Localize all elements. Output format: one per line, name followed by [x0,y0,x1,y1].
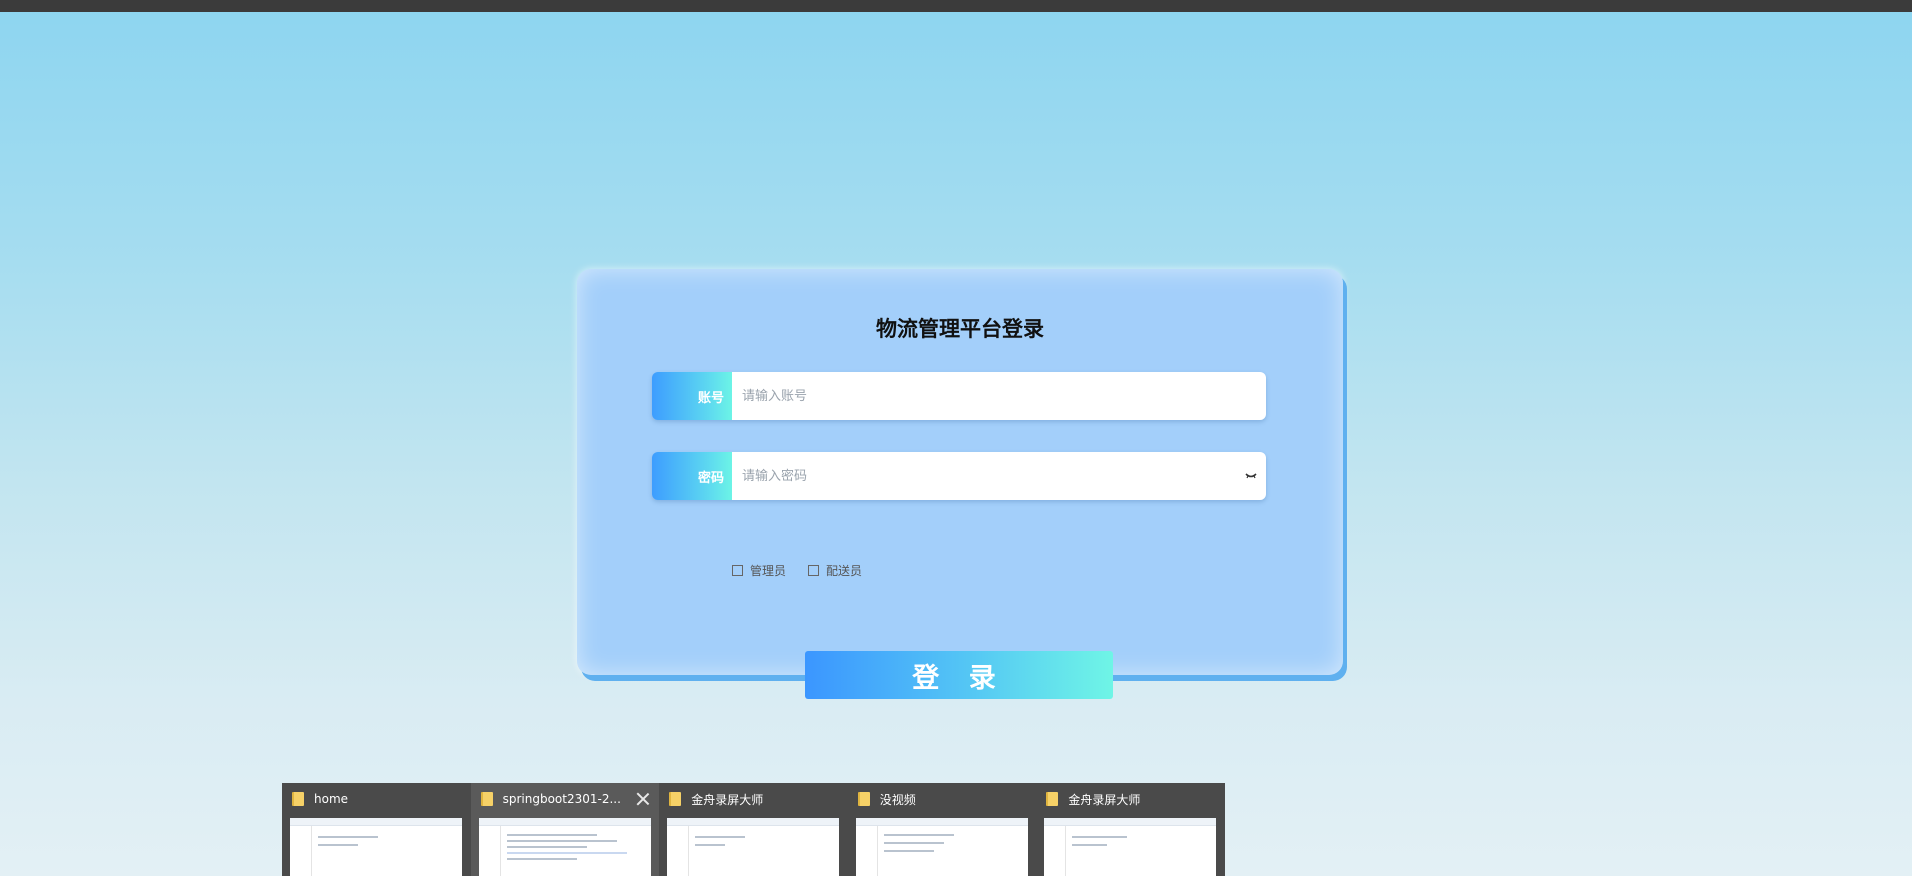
role-label-admin: 管理员 [750,564,787,578]
login-button[interactable]: 登 录 [805,651,1113,699]
role-label-courier: 配送员 [826,564,863,578]
login-card: 物流管理平台登录 账号 密码 管理员 配送员 [577,269,1343,675]
folder-icon [857,792,870,806]
checkbox[interactable] [808,565,820,576]
folder-icon [480,792,493,806]
window-preview[interactable]: 金舟录屏大师 [1036,783,1225,876]
preview-title: 没视频 [879,792,916,807]
role-option-admin[interactable]: 管理员 [732,562,786,579]
window-preview[interactable]: 没视频 [848,783,1037,876]
window-thumbnail[interactable] [667,818,840,876]
preview-title: 金舟录屏大师 [1068,792,1141,807]
folder-icon [669,792,682,806]
role-option-courier[interactable]: 配送员 [808,562,862,579]
eye-closed-icon[interactable] [1244,469,1258,483]
window-preview[interactable]: home [282,783,471,876]
password-field-row: 密码 [652,452,1266,500]
account-field-row: 账号 [652,372,1266,420]
preview-header: 金舟录屏大师 [1044,783,1217,815]
preview-header: springboot2301-2... [479,783,652,815]
window-thumbnail[interactable] [1044,818,1217,876]
preview-title: home [314,792,349,806]
folder-icon [292,792,304,806]
preview-header: 金舟录屏大师 [667,783,840,815]
window-preview[interactable]: springboot2301-2... [470,783,660,876]
close-icon[interactable] [635,791,651,807]
account-label: 账号 [652,372,732,420]
preview-title: springboot2301-2... [502,792,621,806]
role-selector: 管理员 配送员 [732,562,884,579]
preview-title: 金舟录屏大师 [691,792,764,807]
login-title: 物流管理平台登录 [876,317,1044,341]
window-preview[interactable]: 金舟录屏大师 [659,783,848,876]
top-bar [0,0,1912,12]
preview-header: home [290,783,463,815]
password-label: 密码 [652,452,732,500]
password-input[interactable] [732,452,1266,500]
window-thumbnail[interactable] [478,818,651,876]
window-thumbnail[interactable] [290,818,462,876]
taskbar-previews: home springboot2301-2... 金舟录屏大师 没视频 金舟录屏… [282,783,1225,876]
checkbox[interactable] [732,565,743,576]
preview-header: 没视频 [856,783,1029,815]
window-thumbnail[interactable] [855,818,1028,876]
account-input[interactable] [732,372,1266,420]
folder-icon [1046,792,1059,806]
